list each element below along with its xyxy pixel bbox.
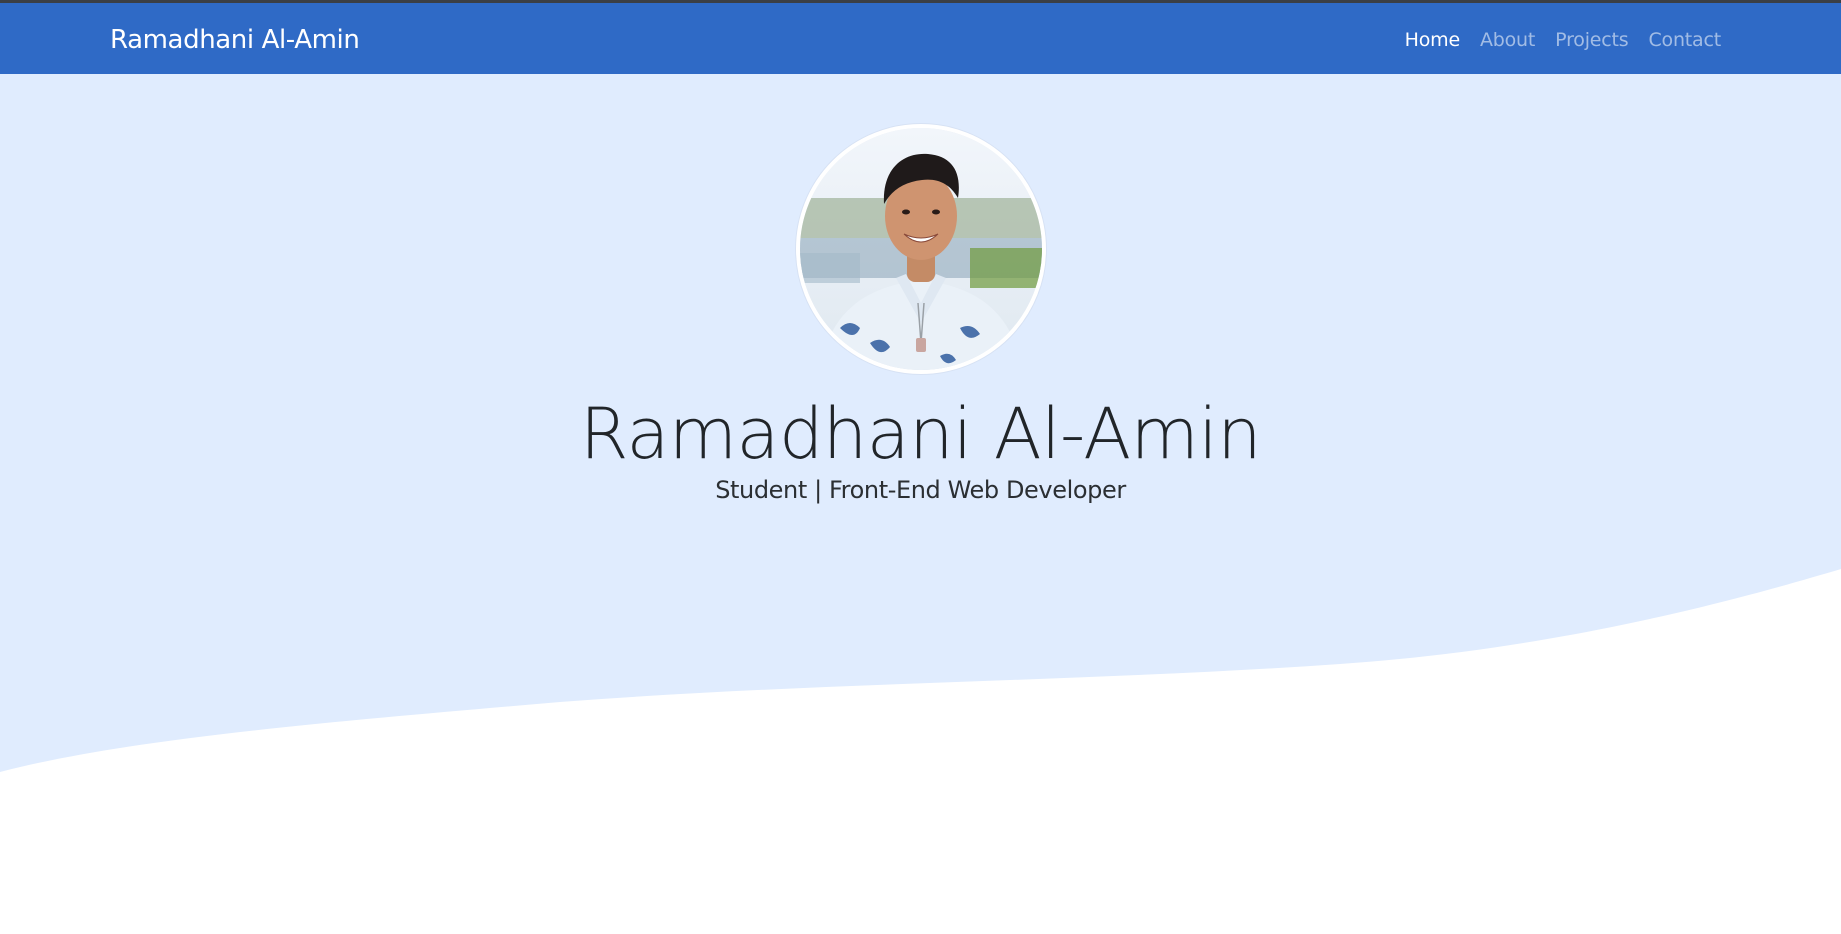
navbar: Ramadhani Al-Amin Home About Projects Co… xyxy=(0,3,1841,74)
hero-subtitle: Student | Front-End Web Developer xyxy=(715,476,1126,504)
nav-link-home[interactable]: Home xyxy=(1405,26,1461,51)
navbar-brand[interactable]: Ramadhani Al-Amin xyxy=(110,3,360,74)
nav-links: Home About Projects Contact xyxy=(1405,3,1722,74)
hero-title: Ramadhani Al-Amin xyxy=(579,393,1262,475)
nav-link-about[interactable]: About xyxy=(1480,26,1535,51)
profile-photo xyxy=(796,124,1046,374)
nav-link-contact[interactable]: Contact xyxy=(1648,26,1721,51)
nav-link-projects[interactable]: Projects xyxy=(1555,26,1629,51)
hero-section: Ramadhani Al-Amin Student | Front-End We… xyxy=(0,74,1841,934)
profile-photo-illustration xyxy=(800,128,1042,370)
